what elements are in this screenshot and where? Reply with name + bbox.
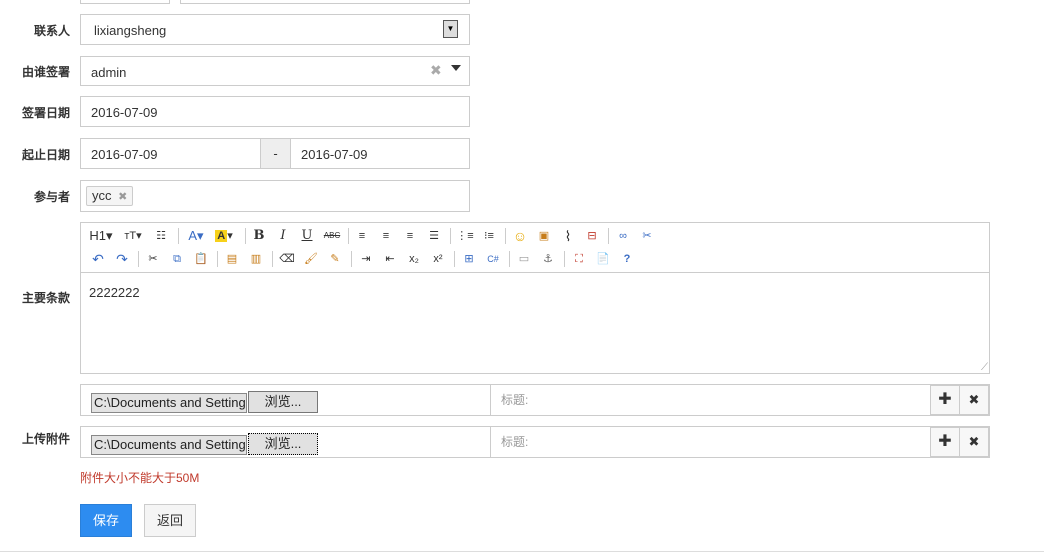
fullscreen-icon[interactable]: ⛶ xyxy=(570,250,588,268)
align-right-icon[interactable]: ≡ xyxy=(401,227,419,245)
chevron-down-icon[interactable] xyxy=(451,65,461,71)
anchor-icon[interactable]: ⚓ xyxy=(539,250,557,268)
superscript-button[interactable]: x² xyxy=(429,250,447,268)
contact-select[interactable]: lixiangsheng ▼ xyxy=(80,14,470,45)
align-center-icon[interactable]: ≡ xyxy=(377,227,395,245)
help-icon[interactable]: ? xyxy=(618,250,636,268)
font-color-button[interactable]: A▾ xyxy=(185,227,207,245)
underline-button[interactable]: U xyxy=(299,227,315,245)
browse-button[interactable]: 浏览... xyxy=(248,433,318,455)
dropdown-arrow-icon[interactable]: ▼ xyxy=(443,20,458,38)
paste-word-icon[interactable]: ▥ xyxy=(247,250,265,268)
back-button[interactable]: 返回 xyxy=(144,504,196,537)
attachment-row: C:\Documents and Settings 浏览... 标题: ✚ ✖ xyxy=(80,426,990,458)
date-separator: - xyxy=(260,138,291,169)
indent-icon[interactable]: ⇥ xyxy=(357,250,375,268)
rich-text-editor: H1▾ ᴛT▾ ☷ A▾ A ▾ B I U ABC ≡ ≡ ≡ ☰ ⋮≡ ⁝≡ … xyxy=(80,222,990,374)
browse-button[interactable]: 浏览... xyxy=(248,391,318,413)
top-field-partial-right[interactable] xyxy=(180,0,470,4)
title-placeholder: 标题: xyxy=(501,393,529,407)
top-field-partial-left[interactable] xyxy=(80,0,170,4)
heading-button[interactable]: H1▾ xyxy=(89,227,113,245)
attachment-row: C:\Documents and Settings 浏览... 标题: ✚ ✖ xyxy=(80,384,990,416)
font-size-button[interactable]: ᴛT▾ xyxy=(121,227,145,245)
ordered-list-icon[interactable]: ⋮≡ xyxy=(456,227,474,245)
attachment-icon[interactable]: ⌇ xyxy=(559,227,577,245)
outdent-icon[interactable]: ⇤ xyxy=(381,250,399,268)
add-attachment-button[interactable]: ✚ xyxy=(930,427,960,457)
align-justify-icon[interactable]: ☰ xyxy=(425,227,443,245)
page-break-icon[interactable]: ▭ xyxy=(515,250,533,268)
bottom-divider xyxy=(0,551,1044,552)
participants-input[interactable]: ycc ✖ xyxy=(80,180,470,212)
eraser-icon[interactable]: ⌫ xyxy=(278,250,296,268)
title-input[interactable]: 标题: xyxy=(490,385,930,415)
title-input[interactable]: 标题: xyxy=(490,427,930,457)
cut-icon[interactable]: ✂ xyxy=(144,250,162,268)
sign-date-input[interactable]: 2016-07-09 xyxy=(80,96,470,127)
italic-button[interactable]: I xyxy=(275,227,291,245)
unlink-icon[interactable]: ✂ xyxy=(638,227,656,245)
file-path-display: C:\Documents and Settings xyxy=(91,435,247,455)
end-date-value: 2016-07-09 xyxy=(301,147,368,162)
participant-tag: ycc ✖ xyxy=(86,186,134,206)
align-left-icon[interactable]: ≡ xyxy=(353,227,371,245)
copy-icon[interactable]: ⧉ xyxy=(168,250,186,268)
participant-tag-text: ycc xyxy=(92,188,112,203)
highlight-button[interactable]: A ▾ xyxy=(212,227,236,245)
emoji-icon[interactable]: ☺ xyxy=(511,227,529,245)
insert-code-icon[interactable]: ⊟ xyxy=(583,227,601,245)
table-icon[interactable]: ⊞ xyxy=(460,250,478,268)
source-icon[interactable]: 📄 xyxy=(594,250,612,268)
resize-handle-icon[interactable]: ⟋ xyxy=(981,362,988,373)
sign-date-value: 2016-07-09 xyxy=(91,105,158,120)
file-path-display: C:\Documents and Settings xyxy=(91,393,247,413)
format-painter-icon[interactable]: 🖌 xyxy=(302,250,320,268)
period-label: 起止日期 xyxy=(21,148,70,162)
participants-label: 参与者 xyxy=(33,190,70,204)
save-button[interactable]: 保存 xyxy=(80,504,132,537)
add-attachment-button[interactable]: ✚ xyxy=(930,385,960,415)
paste-icon[interactable]: 📋 xyxy=(192,250,210,268)
line-height-icon[interactable]: ☷ xyxy=(151,227,171,245)
link-icon[interactable]: ∞ xyxy=(614,227,632,245)
editor-content[interactable]: 2222222 xyxy=(89,285,140,300)
undo-icon[interactable]: ↶ xyxy=(89,250,107,268)
paste-text-icon[interactable]: ▤ xyxy=(223,250,241,268)
sign-date-label: 签署日期 xyxy=(21,106,70,120)
redo-icon[interactable]: ↷ xyxy=(113,250,131,268)
image-icon[interactable]: ▣ xyxy=(535,227,553,245)
contact-value: lixiangsheng xyxy=(94,23,167,38)
strikethrough-button[interactable]: ABC xyxy=(321,227,343,245)
signer-value: admin xyxy=(91,65,127,80)
title-placeholder: 标题: xyxy=(501,435,529,449)
contact-label: 联系人 xyxy=(33,24,70,38)
remove-attachment-button[interactable]: ✖ xyxy=(959,385,989,415)
clear-icon[interactable]: ✖ xyxy=(430,62,442,79)
main-terms-label: 主要条款 xyxy=(21,291,70,305)
upload-label: 上传附件 xyxy=(21,432,70,446)
date-separator-text: - xyxy=(273,146,278,161)
start-date-input[interactable]: 2016-07-09 xyxy=(80,138,261,169)
subscript-button[interactable]: x₂ xyxy=(405,250,423,268)
select-all-icon[interactable]: ✎ xyxy=(326,250,344,268)
start-date-value: 2016-07-09 xyxy=(91,147,158,162)
editor-content-text: 2222222 xyxy=(89,285,140,300)
bold-button[interactable]: B xyxy=(251,227,267,245)
remove-tag-icon[interactable]: ✖ xyxy=(118,191,127,203)
signer-select[interactable]: admin ✖ xyxy=(80,56,470,86)
unordered-list-icon[interactable]: ⁝≡ xyxy=(480,227,498,245)
end-date-input[interactable]: 2016-07-09 xyxy=(290,138,470,169)
remove-attachment-button[interactable]: ✖ xyxy=(959,427,989,457)
attachment-size-note: 附件大小不能大于50M xyxy=(80,471,200,485)
editor-toolbar: H1▾ ᴛT▾ ☷ A▾ A ▾ B I U ABC ≡ ≡ ≡ ☰ ⋮≡ ⁝≡ … xyxy=(81,223,989,273)
signer-label: 由谁签署 xyxy=(21,65,70,79)
code-icon[interactable]: C# xyxy=(484,250,502,268)
